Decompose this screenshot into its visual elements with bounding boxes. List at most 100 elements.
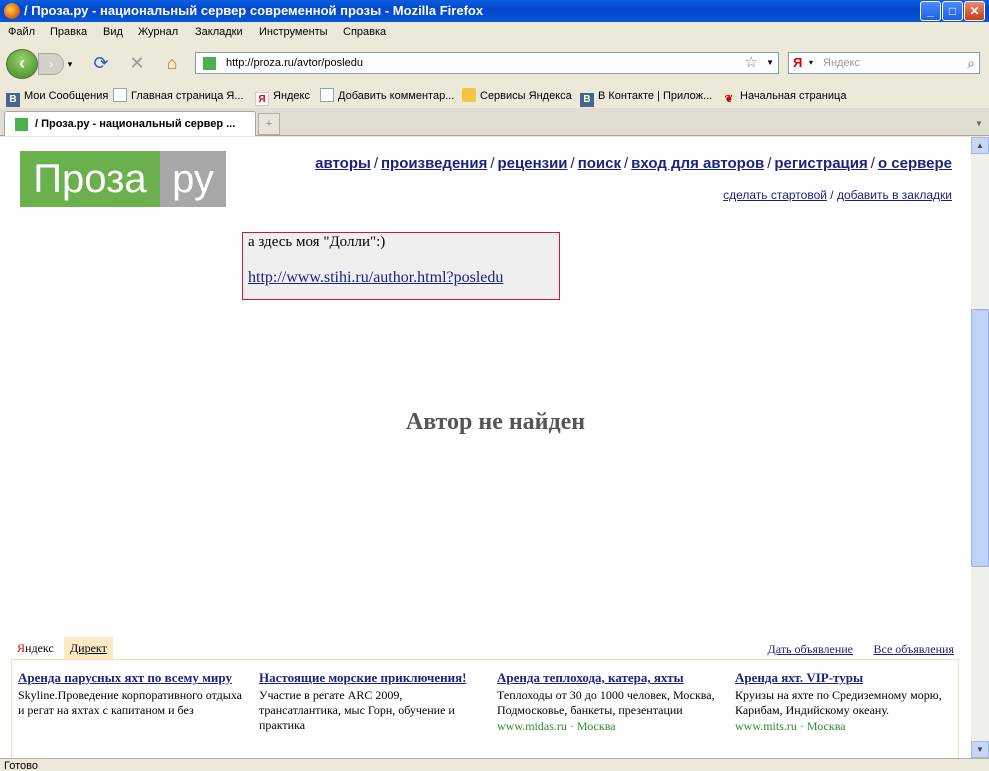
tab-title: / Проза.ру - национальный сервер ... xyxy=(35,118,236,130)
vk-icon: B xyxy=(6,93,20,107)
direct-link[interactable]: Директ xyxy=(64,637,113,659)
url-text: http://proza.ru/avtor/posledu xyxy=(226,57,363,69)
vk-icon: B xyxy=(580,93,594,107)
vertical-scrollbar[interactable]: ▲ ▼ xyxy=(971,137,989,758)
ad-site[interactable]: www.mits.ru · Москва xyxy=(735,719,963,734)
tab-list-icon[interactable]: ▼ xyxy=(971,113,987,135)
note-text: а здесь моя "Долли":) xyxy=(248,234,386,250)
yandex-icon: Я xyxy=(255,92,269,106)
author-note: а здесь моя "Долли":) http://www.stihi.r… xyxy=(242,232,560,300)
ad-title[interactable]: Аренда парусных яхт по всему миру xyxy=(18,669,246,686)
back-button[interactable]: ‹ xyxy=(6,49,38,79)
give-ad-link[interactable]: Дать объявление xyxy=(768,642,853,657)
nav-separator: / xyxy=(570,155,575,172)
stop-icon[interactable]: ✕ xyxy=(126,53,148,73)
bookmark-item[interactable]: Главная страница Я... xyxy=(113,84,244,108)
search-box[interactable]: Я ▾ Яндекс ⌕ xyxy=(788,52,980,74)
site-favicon xyxy=(203,57,216,70)
ad-item: Аренда парусных яхт по всему миру Skylin… xyxy=(18,669,246,718)
bookmark-item[interactable]: BВ Контакте | Прилож... xyxy=(580,84,712,108)
main-nav: авторы / произведения / рецензии / поиск / вход … xyxy=(315,155,952,172)
page-icon xyxy=(320,88,334,102)
close-button[interactable]: ✕ xyxy=(964,1,985,21)
bookmark-star-icon[interactable]: ☆ xyxy=(745,53,758,73)
nav-separator: / xyxy=(767,155,772,172)
page-content: Проза ру авторы / произведения / рецензии / по… xyxy=(0,137,971,758)
nav-about[interactable]: о сервере xyxy=(878,155,952,172)
engine-dropdown-icon[interactable]: ▾ xyxy=(809,53,813,73)
scroll-up-icon[interactable]: ▲ xyxy=(971,137,989,154)
firefox-icon xyxy=(4,3,20,19)
menu-help[interactable]: Справка xyxy=(343,22,386,42)
make-start-page-link[interactable]: сделать стартовой xyxy=(723,188,827,202)
forward-button[interactable]: › xyxy=(38,53,64,75)
add-bookmark-link[interactable]: добавить в закладки xyxy=(837,188,952,202)
ad-description: Участие в регате ARC 2009, трансатлантик… xyxy=(259,688,455,732)
sub-nav: сделать стартовой / добавить в закладки xyxy=(723,188,952,202)
bookmark-item[interactable]: Сервисы Яндекса xyxy=(462,84,572,108)
logo-ru[interactable]: ру xyxy=(160,151,226,207)
new-tab-button[interactable]: + xyxy=(258,113,280,135)
ad-description: Круизы на яхте по Средиземному морю, Кар… xyxy=(735,688,942,717)
note-link[interactable]: http://www.stihi.ru/author.html?posledu xyxy=(248,269,554,287)
home-icon[interactable]: ⌂ xyxy=(161,53,183,73)
tab-strip: / Проза.ру - национальный сервер ... + ▼ xyxy=(0,108,989,136)
nav-reviews[interactable]: рецензии xyxy=(498,155,568,172)
nav-register[interactable]: регистрация xyxy=(774,155,867,172)
ads-block: Аренда парусных яхт по всему миру Skylin… xyxy=(11,659,959,758)
status-bar: Готово xyxy=(0,758,989,771)
logo-proza[interactable]: Проза xyxy=(20,151,160,207)
ads-header: Яндекс Директ Дать объявление Все объявл… xyxy=(11,637,959,659)
scroll-thumb[interactable] xyxy=(971,309,989,567)
nav-works[interactable]: произведения xyxy=(381,155,487,172)
ad-item: Аренда яхт. VIP-туры Круизы на яхте по С… xyxy=(735,669,963,734)
ad-item: Настоящие морские приключения! Участие в… xyxy=(259,669,487,733)
history-dropdown-icon[interactable]: ▾ xyxy=(64,54,76,74)
ad-title[interactable]: Аренда яхт. VIP-туры xyxy=(735,669,963,686)
bookmark-item[interactable]: Я Яндекс xyxy=(255,84,310,108)
maximize-button[interactable]: □ xyxy=(942,1,963,21)
minimize-button[interactable]: _ xyxy=(920,1,941,21)
yandex-engine-icon[interactable]: Я xyxy=(793,53,802,73)
nav-login[interactable]: вход для авторов xyxy=(631,155,764,172)
menu-edit[interactable]: Правка xyxy=(50,22,87,42)
browser-window: / Проза.ру - национальный сервер совреме… xyxy=(0,0,989,771)
window-title: / Проза.ру - национальный сервер совреме… xyxy=(24,3,484,18)
nav-search[interactable]: поиск xyxy=(578,155,621,172)
menu-view[interactable]: Вид xyxy=(103,22,123,42)
ad-item: Аренда теплохода, катера, яхты Теплоходы… xyxy=(497,669,725,734)
reload-icon[interactable]: ⟳ xyxy=(90,53,112,73)
bookmark-item[interactable]: Добавить комментар... xyxy=(320,84,454,108)
ad-title[interactable]: Аренда теплохода, катера, яхты xyxy=(497,669,725,686)
menu-history[interactable]: Журнал xyxy=(138,22,178,42)
nav-separator: / xyxy=(490,155,495,172)
folder-icon xyxy=(462,88,476,102)
page-icon xyxy=(113,88,127,102)
ad-site[interactable]: www.midas.ru · Москва xyxy=(497,719,725,734)
search-placeholder: Яндекс xyxy=(823,57,860,69)
menu-bookmarks[interactable]: Закладки xyxy=(195,22,243,42)
ad-title[interactable]: Настоящие морские приключения! xyxy=(259,669,487,686)
subnav-separator: / xyxy=(830,188,834,202)
address-bar[interactable]: http://proza.ru/avtor/posledu ☆ ▼ xyxy=(195,52,779,74)
menu-tools[interactable]: Инструменты xyxy=(259,22,328,42)
all-ads-link[interactable]: Все объявления xyxy=(873,642,954,657)
menu-file[interactable]: Файл xyxy=(8,22,35,42)
nav-separator: / xyxy=(624,155,629,172)
bookmark-item[interactable]: B Мои Сообщения xyxy=(6,84,108,108)
scroll-down-icon[interactable]: ▼ xyxy=(971,741,989,758)
bookmark-item[interactable]: ❦ Начальная страница xyxy=(722,84,847,108)
nav-authors[interactable]: авторы xyxy=(315,155,371,172)
title-bar: / Проза.ру - национальный сервер совреме… xyxy=(0,0,989,22)
url-dropdown-icon[interactable]: ▼ xyxy=(766,53,774,73)
tab-favicon xyxy=(15,118,28,131)
nav-separator: / xyxy=(870,155,875,172)
menu-bar: Файл Правка Вид Журнал Закладки Инструме… xyxy=(0,22,989,42)
bookmarks-toolbar: B Мои Сообщения Главная страница Я... Я Ян… xyxy=(0,84,989,108)
tab-active[interactable]: / Проза.ру - национальный сервер ... xyxy=(4,111,256,136)
not-found-message: Автор не найден xyxy=(405,409,586,435)
nav-separator: / xyxy=(373,155,378,172)
search-icon[interactable]: ⌕ xyxy=(967,53,975,73)
ad-description: Skyline.Проведение корпоративного отдыха… xyxy=(18,688,242,717)
yandex-brand: Яндекс xyxy=(17,641,54,655)
